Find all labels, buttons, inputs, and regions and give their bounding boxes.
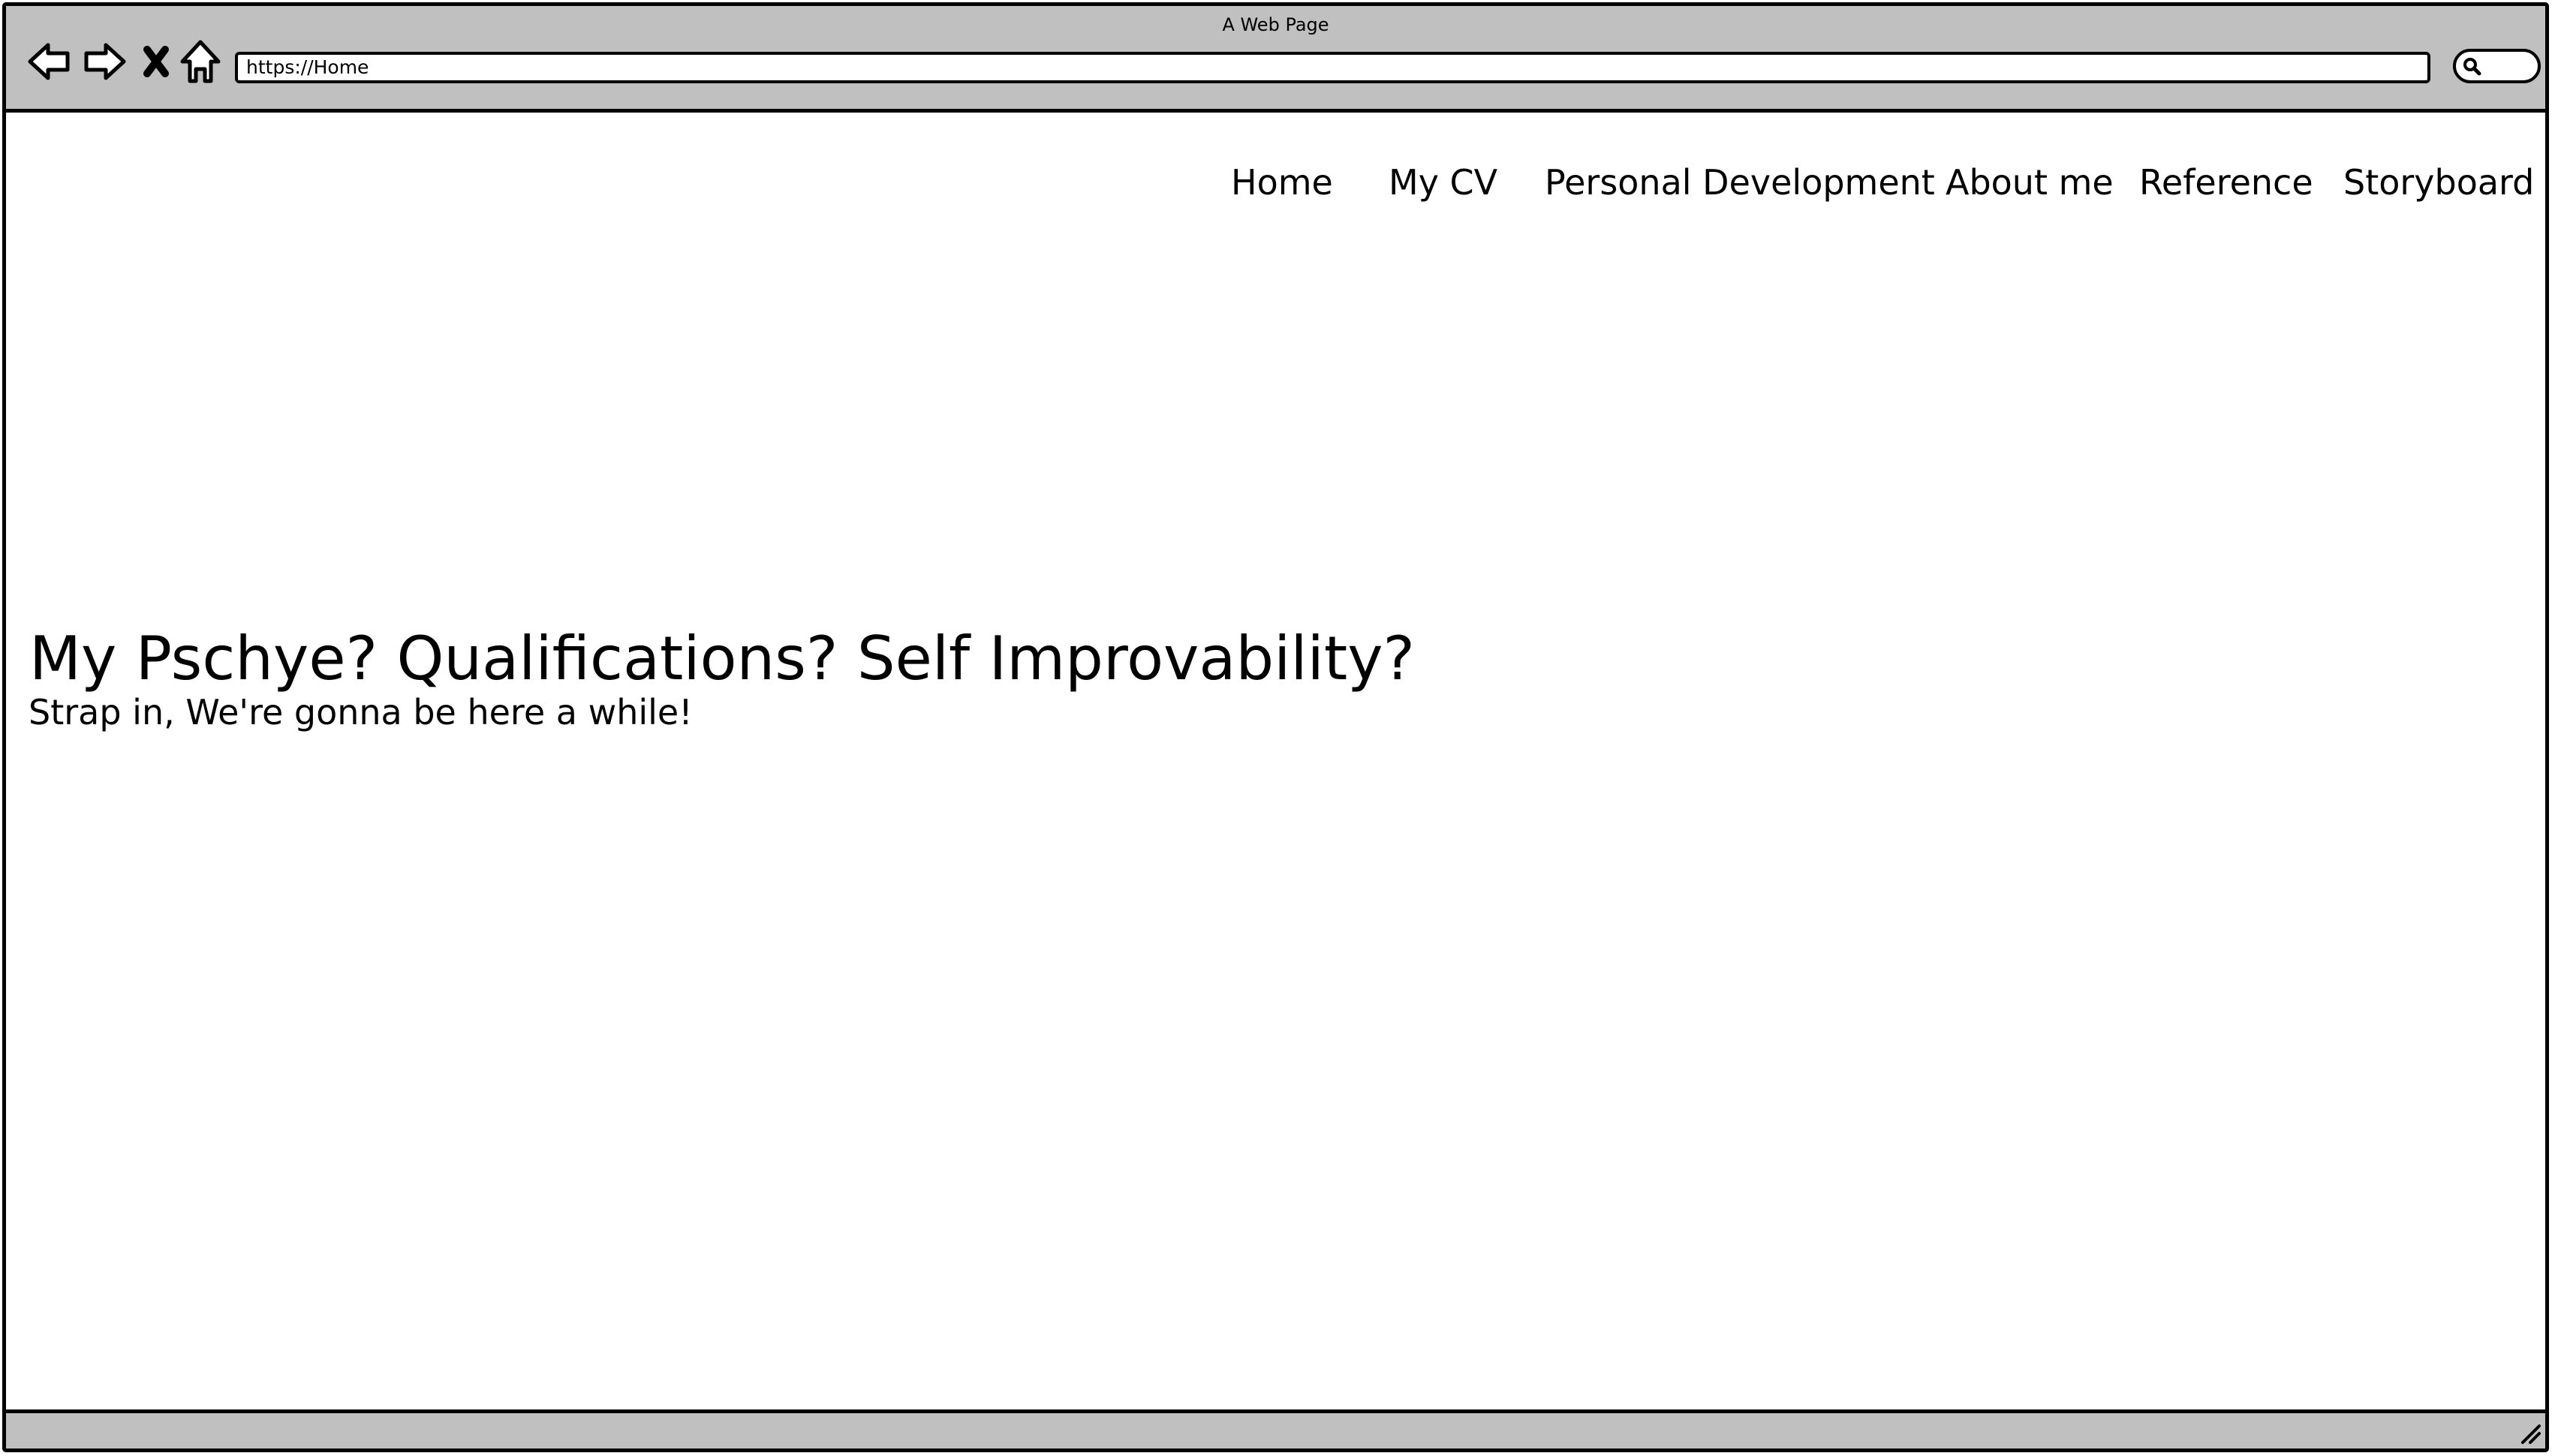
- hero-title: My Pschye? Qualifications? Self Improvab…: [29, 624, 1416, 693]
- forward-arrow-icon[interactable]: [80, 38, 128, 86]
- address-bar[interactable]: https://Home: [235, 52, 2430, 83]
- nav-storyboard-link[interactable]: Storyboard: [2343, 156, 2534, 209]
- site-navigation: Home My CV Personal Development About me…: [6, 156, 2545, 209]
- nav-reference-link[interactable]: Reference: [2139, 156, 2313, 209]
- close-icon[interactable]: [132, 38, 180, 86]
- window-title: A Web Page: [1222, 14, 1329, 35]
- nav-personal-development-link[interactable]: Personal Development: [1545, 156, 1935, 209]
- nav-home-link[interactable]: Home: [1231, 156, 1333, 209]
- status-bar: [6, 1409, 2545, 1448]
- browser-window: A Web Page https://Home Home My CV Perso…: [2, 2, 2549, 1452]
- resize-grip-icon[interactable]: [2518, 1421, 2542, 1445]
- nav-about-me-link[interactable]: About me: [1946, 156, 2114, 209]
- hero-subtitle: Strap in, We're gonna be here a while!: [29, 692, 693, 733]
- search-icon: [2462, 56, 2481, 76]
- browser-toolbar: A Web Page https://Home: [6, 6, 2545, 113]
- home-icon[interactable]: [176, 38, 224, 86]
- nav-my-cv-link[interactable]: My CV: [1389, 156, 1497, 209]
- back-arrow-icon[interactable]: [26, 38, 74, 86]
- search-button[interactable]: [2453, 49, 2541, 83]
